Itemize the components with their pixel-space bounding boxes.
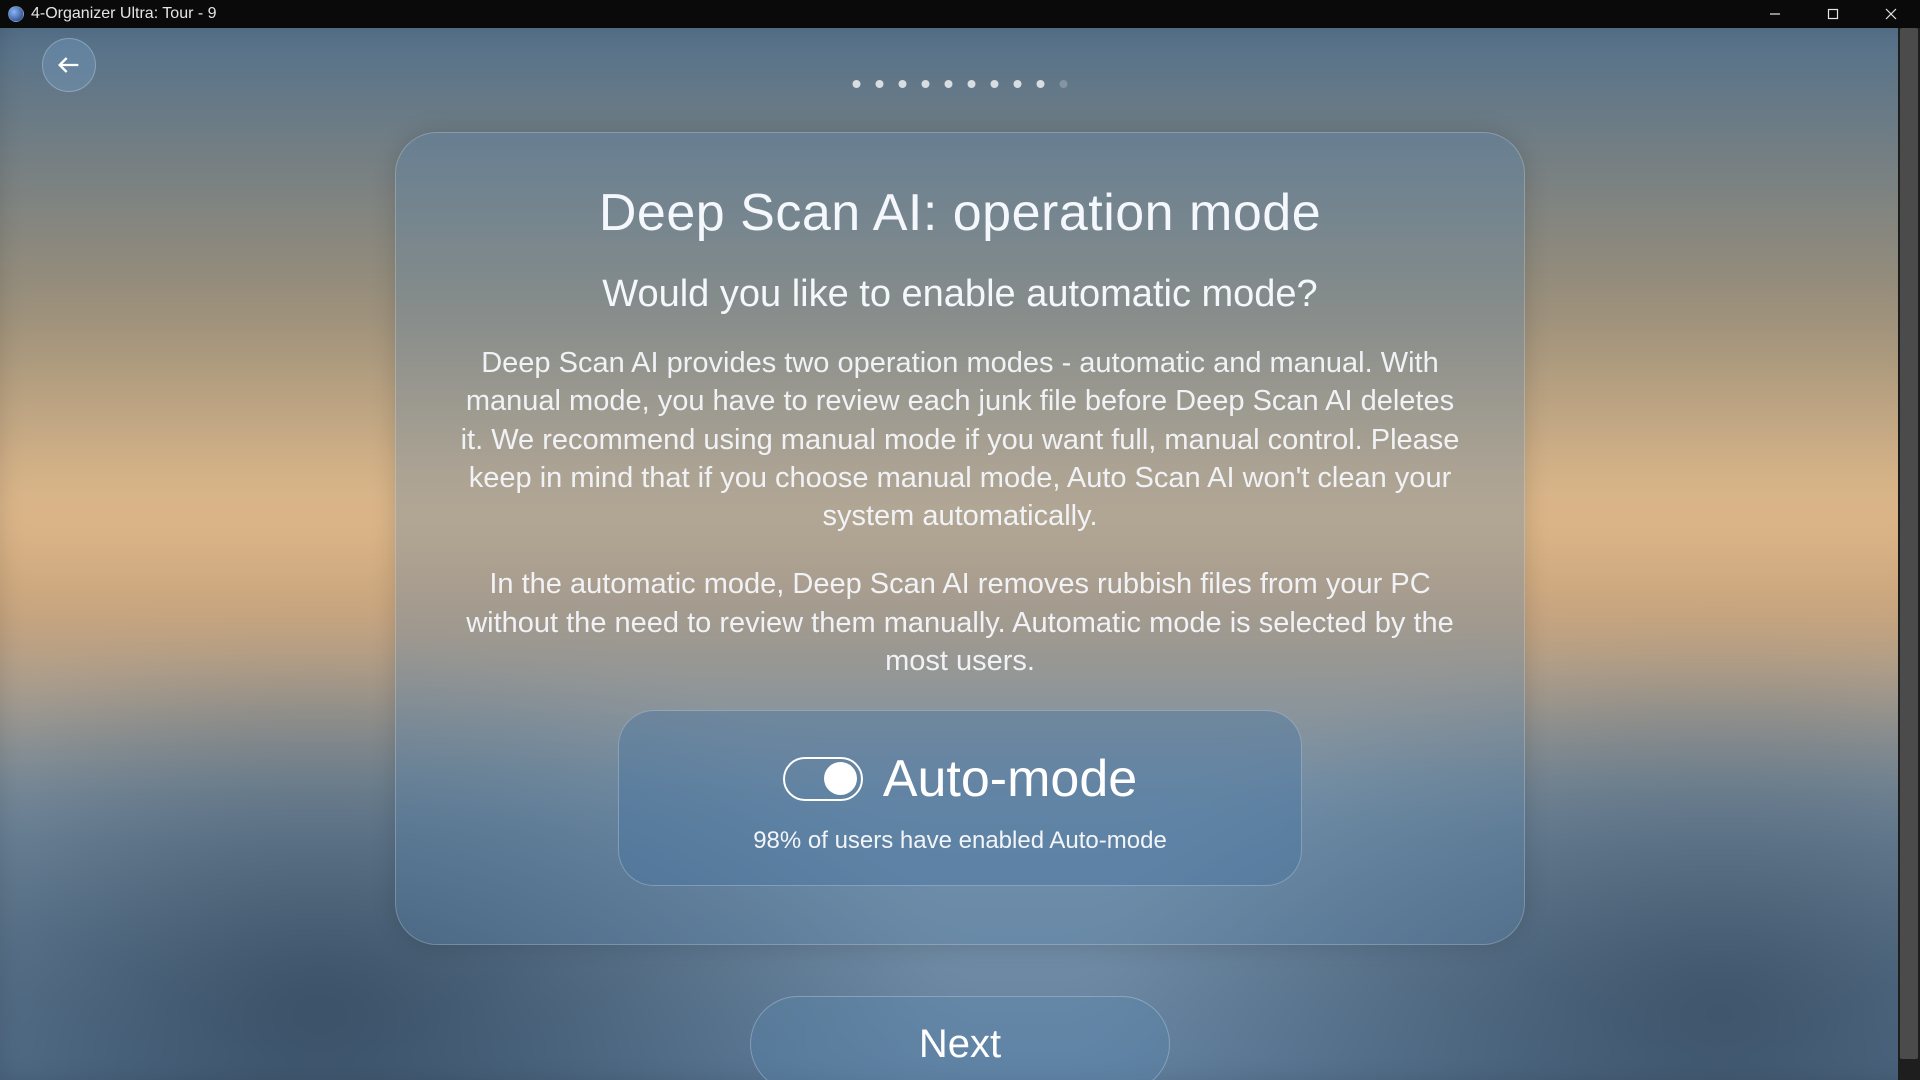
pager-dot-5[interactable] — [945, 80, 953, 88]
close-icon — [1885, 8, 1897, 20]
pager-dot-8[interactable] — [1014, 80, 1022, 88]
auto-mode-toggle[interactable] — [783, 757, 863, 801]
auto-mode-row: Auto-mode — [639, 749, 1281, 809]
card-title: Deep Scan AI: operation mode — [452, 183, 1468, 243]
auto-mode-panel: Auto-mode 98% of users have enabled Auto… — [618, 710, 1302, 886]
pager-dot-10[interactable] — [1060, 80, 1068, 88]
pager-dot-9[interactable] — [1037, 80, 1045, 88]
pager-dot-3[interactable] — [899, 80, 907, 88]
next-button[interactable]: Next — [750, 996, 1170, 1080]
window-titlebar: 4-Organizer Ultra: Tour - 9 — [0, 0, 1920, 28]
next-button-label: Next — [919, 1022, 1001, 1067]
toggle-knob — [824, 762, 857, 795]
step-pager — [853, 80, 1068, 88]
minimize-icon — [1769, 8, 1781, 20]
maximize-button[interactable] — [1804, 0, 1862, 28]
close-button[interactable] — [1862, 0, 1920, 28]
minimize-button[interactable] — [1746, 0, 1804, 28]
pager-dot-1[interactable] — [853, 80, 861, 88]
tour-card: Deep Scan AI: operation mode Would you l… — [395, 132, 1525, 945]
arrow-left-icon — [55, 51, 83, 79]
pager-dot-4[interactable] — [922, 80, 930, 88]
vertical-scrollbar[interactable] — [1898, 28, 1920, 1080]
auto-mode-subtext: 98% of users have enabled Auto-mode — [639, 827, 1281, 855]
pager-dot-6[interactable] — [968, 80, 976, 88]
card-paragraph-1: Deep Scan AI provides two operation mode… — [455, 344, 1465, 535]
card-subtitle: Would you like to enable automatic mode? — [452, 273, 1468, 316]
titlebar-left: 4-Organizer Ultra: Tour - 9 — [8, 5, 217, 23]
scrollbar-thumb[interactable] — [1900, 28, 1918, 1059]
app-icon — [8, 6, 24, 22]
maximize-icon — [1827, 8, 1839, 20]
auto-mode-label: Auto-mode — [883, 749, 1137, 809]
window-controls — [1746, 0, 1920, 28]
back-button[interactable] — [42, 38, 96, 92]
pager-dot-7[interactable] — [991, 80, 999, 88]
app-body: Deep Scan AI: operation mode Would you l… — [0, 28, 1920, 1080]
pager-dot-2[interactable] — [876, 80, 884, 88]
window-title: 4-Organizer Ultra: Tour - 9 — [31, 5, 217, 23]
card-paragraph-2: In the automatic mode, Deep Scan AI remo… — [455, 565, 1465, 680]
